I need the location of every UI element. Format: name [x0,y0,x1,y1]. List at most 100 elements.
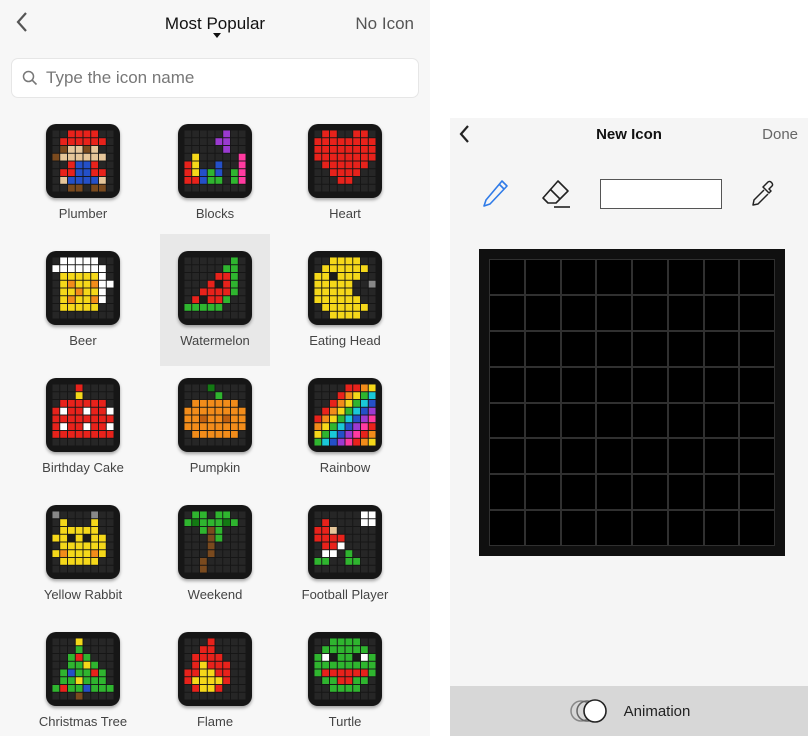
canvas-cell[interactable] [489,366,525,403]
canvas-cell[interactable] [667,510,704,546]
canvas-cell[interactable] [632,330,668,367]
canvas-cell[interactable] [596,402,632,439]
pencil-tool-button[interactable] [477,176,513,212]
canvas-cell[interactable] [703,294,740,331]
icon-tile-watermelon[interactable]: Watermelon [160,234,270,366]
eraser-tool-button[interactable] [538,176,574,212]
canvas-cell[interactable] [489,402,525,439]
canvas-cell[interactable] [667,402,704,439]
canvas-cell[interactable] [560,366,597,403]
pixel-canvas[interactable] [479,249,785,556]
eating-head-pixel-art [314,257,376,319]
canvas-cell[interactable] [596,474,632,511]
canvas-cell[interactable] [524,402,561,439]
icon-tile-rainbow[interactable]: Rainbow [290,361,400,493]
canvas-cell[interactable] [524,259,561,295]
canvas-cell[interactable] [739,294,775,331]
icon-tile-turtle[interactable]: Turtle [290,615,400,747]
canvas-cell[interactable] [739,510,775,546]
canvas-cell[interactable] [703,259,740,295]
canvas-cell[interactable] [560,402,597,439]
icon-tile-birthday-cake[interactable]: Birthday Cake [28,361,138,493]
canvas-cell[interactable] [667,366,704,403]
canvas-cell[interactable] [703,510,740,546]
icon-tile-flame[interactable]: Flame [160,615,270,747]
canvas-cell[interactable] [739,366,775,403]
library-header: Most Popular No Icon [0,0,430,48]
icon-label: Football Player [301,587,389,602]
canvas-cell[interactable] [596,259,632,295]
icon-tile-eating-head[interactable]: Eating Head [290,234,400,366]
canvas-cell[interactable] [560,438,597,475]
canvas-cell[interactable] [632,438,668,475]
canvas-cell[interactable] [489,294,525,331]
canvas-cell[interactable] [596,366,632,403]
canvas-cell[interactable] [703,330,740,367]
canvas-cell[interactable] [560,330,597,367]
icon-tile-weekend[interactable]: Weekend [160,488,270,620]
canvas-cell[interactable] [596,510,632,546]
icon-tile-plumber[interactable]: Plumber [28,107,138,239]
canvas-cell[interactable] [524,510,561,546]
canvas-cell[interactable] [489,330,525,367]
icon-tile-christmas-tree[interactable]: Christmas Tree [28,615,138,747]
canvas-cell[interactable] [703,474,740,511]
canvas-cell[interactable] [560,510,597,546]
canvas-cell[interactable] [596,330,632,367]
canvas-cell[interactable] [632,474,668,511]
caret-down-icon[interactable] [213,33,221,38]
birthday-cake-icon [46,378,120,452]
icon-tile-football-player[interactable]: Football Player [290,488,400,620]
canvas-cell[interactable] [596,438,632,475]
canvas-cell[interactable] [524,474,561,511]
canvas-cell[interactable] [739,474,775,511]
canvas-cell[interactable] [632,294,668,331]
eyedropper-tool-button[interactable] [745,176,781,212]
beer-icon [46,251,120,325]
color-swatch[interactable] [600,179,722,209]
canvas-cell[interactable] [524,330,561,367]
canvas-cell[interactable] [632,366,668,403]
rainbow-icon [308,378,382,452]
canvas-cell[interactable] [489,474,525,511]
canvas-cell[interactable] [739,330,775,367]
canvas-cell[interactable] [703,366,740,403]
canvas-cell[interactable] [560,294,597,331]
canvas-cell[interactable] [632,510,668,546]
flame-icon [178,632,252,706]
canvas-cell[interactable] [739,438,775,475]
canvas-cell[interactable] [703,438,740,475]
canvas-cell[interactable] [489,438,525,475]
canvas-cell[interactable] [489,259,525,295]
canvas-cell[interactable] [632,402,668,439]
icon-tile-pumpkin[interactable]: Pumpkin [160,361,270,493]
icon-tile-heart[interactable]: Heart [290,107,400,239]
canvas-cell[interactable] [739,402,775,439]
icon-tile-blocks[interactable]: Blocks [160,107,270,239]
canvas-cell[interactable] [596,294,632,331]
canvas-cell[interactable] [524,366,561,403]
animation-icon [569,699,607,723]
canvas-cell[interactable] [524,438,561,475]
canvas-cell[interactable] [703,402,740,439]
no-icon-button[interactable]: No Icon [355,14,414,34]
yellow-rabbit-pixel-art [52,511,114,573]
canvas-cell[interactable] [524,294,561,331]
canvas-cell[interactable] [632,259,668,295]
birthday-cake-pixel-art [52,384,114,446]
canvas-cell[interactable] [560,474,597,511]
animation-toggle[interactable] [568,698,614,724]
icon-tile-beer[interactable]: Beer [28,234,138,366]
canvas-cell[interactable] [489,510,525,546]
canvas-cell[interactable] [667,294,704,331]
canvas-cell[interactable] [667,438,704,475]
canvas-cell[interactable] [667,474,704,511]
canvas-cell[interactable] [739,259,775,295]
search-input[interactable] [44,67,408,89]
canvas-cell[interactable] [667,330,704,367]
done-button[interactable]: Done [762,126,798,143]
search-bar[interactable] [12,59,418,97]
canvas-cell[interactable] [560,259,597,295]
icon-tile-yellow-rabbit[interactable]: Yellow Rabbit [28,488,138,620]
canvas-cell[interactable] [667,259,704,295]
